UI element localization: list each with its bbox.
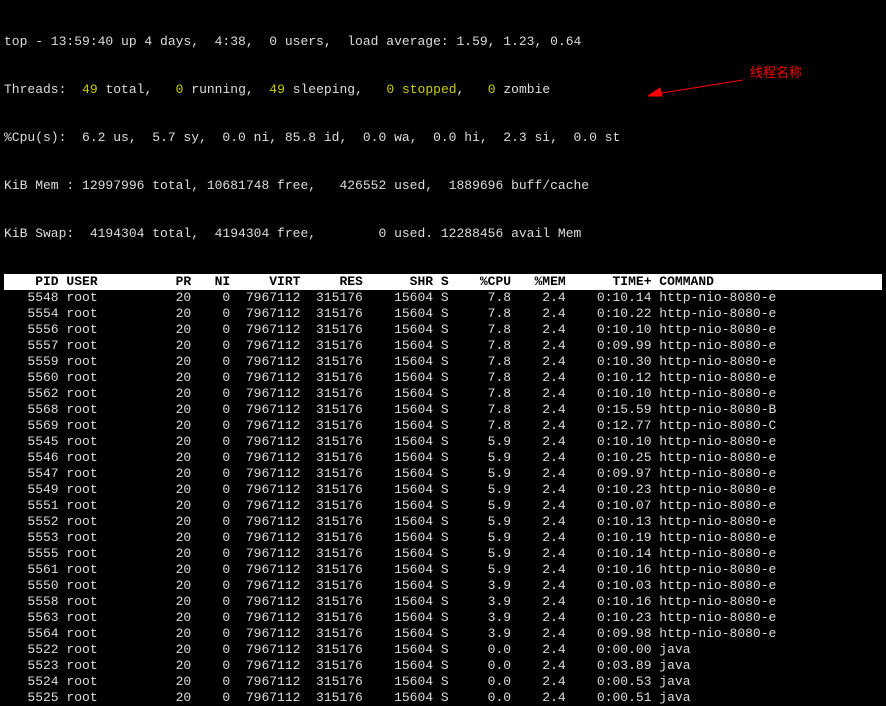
- table-row: 5546 root 20 0 7967112 315176 15604 S 5.…: [4, 450, 882, 466]
- table-row: 5523 root 20 0 7967112 315176 15604 S 0.…: [4, 658, 882, 674]
- table-row: 5554 root 20 0 7967112 315176 15604 S 7.…: [4, 306, 882, 322]
- table-row: 5558 root 20 0 7967112 315176 15604 S 3.…: [4, 594, 882, 610]
- table-row: 5562 root 20 0 7967112 315176 15604 S 7.…: [4, 386, 882, 402]
- table-row: 5545 root 20 0 7967112 315176 15604 S 5.…: [4, 434, 882, 450]
- summary-line-5: KiB Swap: 4194304 total, 4194304 free, 0…: [4, 226, 581, 241]
- table-row: 5569 root 20 0 7967112 315176 15604 S 7.…: [4, 418, 882, 434]
- table-row: 5559 root 20 0 7967112 315176 15604 S 7.…: [4, 354, 882, 370]
- table-row: 5556 root 20 0 7967112 315176 15604 S 7.…: [4, 322, 882, 338]
- column-headers: PID USER PR NI VIRT RES SHR S %CPU %MEM …: [4, 274, 882, 290]
- table-row: 5551 root 20 0 7967112 315176 15604 S 5.…: [4, 498, 882, 514]
- table-row: 5564 root 20 0 7967112 315176 15604 S 3.…: [4, 626, 882, 642]
- summary-line-1: top - 13:59:40 up 4 days, 4:38, 0 users,…: [4, 34, 581, 49]
- summary-line-3: %Cpu(s): 6.2 us, 5.7 sy, 0.0 ni, 85.8 id…: [4, 130, 620, 145]
- annotation-label: 线程名称: [750, 65, 802, 81]
- summary-line-2: Threads: 49 total, 0 running, 49 sleepin…: [4, 82, 882, 98]
- process-table: 5548 root 20 0 7967112 315176 15604 S 7.…: [4, 290, 882, 706]
- table-row: 5555 root 20 0 7967112 315176 15604 S 5.…: [4, 546, 882, 562]
- top-summary: top - 13:59:40 up 4 days, 4:38, 0 users,…: [4, 2, 882, 258]
- table-row: 5547 root 20 0 7967112 315176 15604 S 5.…: [4, 466, 882, 482]
- table-row: 5557 root 20 0 7967112 315176 15604 S 7.…: [4, 338, 882, 354]
- table-row: 5550 root 20 0 7967112 315176 15604 S 3.…: [4, 578, 882, 594]
- table-row: 5568 root 20 0 7967112 315176 15604 S 7.…: [4, 402, 882, 418]
- table-row: 5560 root 20 0 7967112 315176 15604 S 7.…: [4, 370, 882, 386]
- table-row: 5561 root 20 0 7967112 315176 15604 S 5.…: [4, 562, 882, 578]
- table-row: 5563 root 20 0 7967112 315176 15604 S 3.…: [4, 610, 882, 626]
- table-row: 5522 root 20 0 7967112 315176 15604 S 0.…: [4, 642, 882, 658]
- table-row: 5549 root 20 0 7967112 315176 15604 S 5.…: [4, 482, 882, 498]
- annotation-arrow: [648, 78, 748, 98]
- table-row: 5548 root 20 0 7967112 315176 15604 S 7.…: [4, 290, 882, 306]
- summary-line-4: KiB Mem : 12997996 total, 10681748 free,…: [4, 178, 589, 193]
- table-row: 5525 root 20 0 7967112 315176 15604 S 0.…: [4, 690, 882, 706]
- table-row: 5552 root 20 0 7967112 315176 15604 S 5.…: [4, 514, 882, 530]
- table-row: 5524 root 20 0 7967112 315176 15604 S 0.…: [4, 674, 882, 690]
- table-row: 5553 root 20 0 7967112 315176 15604 S 5.…: [4, 530, 882, 546]
